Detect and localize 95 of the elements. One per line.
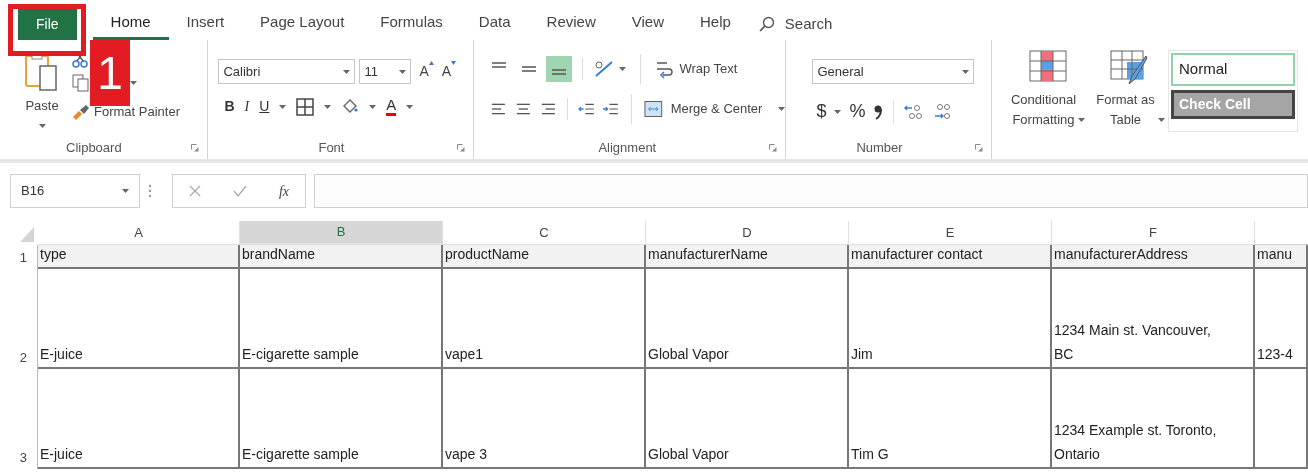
merge-center-button[interactable]: Merge & Center bbox=[670, 99, 763, 119]
borders-icon[interactable] bbox=[296, 97, 315, 116]
table-cell: manufacturer contact bbox=[849, 245, 1052, 269]
cell-style-swatch[interactable]: Normal bbox=[1171, 53, 1295, 86]
name-box[interactable]: B16 bbox=[10, 174, 140, 208]
table-cell: Global Vapor bbox=[646, 369, 849, 469]
column-header[interactable]: D bbox=[646, 221, 849, 245]
copy-icon[interactable] bbox=[72, 74, 90, 92]
grow-font-button[interactable]: A bbox=[419, 61, 434, 82]
increase-decimal-icon[interactable] bbox=[904, 102, 925, 121]
ribbon-tab[interactable]: View bbox=[613, 8, 682, 40]
merge-cells-icon[interactable] bbox=[644, 100, 663, 118]
wrap-text-icon[interactable] bbox=[655, 59, 676, 79]
table-cell: vape1 bbox=[443, 269, 646, 369]
down-arrow-icon bbox=[451, 61, 457, 65]
step-number-badge: 1 bbox=[90, 40, 130, 106]
column-header[interactable]: C bbox=[443, 221, 646, 245]
font-size-dropdown[interactable]: 11 bbox=[359, 59, 412, 84]
vertical-align-icon[interactable] bbox=[546, 56, 573, 82]
column-header[interactable]: A bbox=[38, 221, 240, 245]
font-color-button[interactable]: A bbox=[386, 97, 397, 116]
caret-icon[interactable] bbox=[122, 189, 129, 193]
table-cell: manu bbox=[1255, 245, 1308, 269]
caret-icon[interactable] bbox=[343, 69, 351, 74]
column-header[interactable]: B bbox=[240, 221, 443, 245]
caret-icon[interactable] bbox=[399, 69, 407, 74]
group-label: Font bbox=[318, 139, 345, 158]
table-cell: productName bbox=[443, 245, 646, 269]
column-header[interactable]: F bbox=[1052, 221, 1255, 245]
dialog-launcher-icon[interactable] bbox=[191, 143, 200, 152]
column-header[interactable]: E bbox=[849, 221, 1052, 245]
caret-icon[interactable] bbox=[834, 109, 842, 114]
checkmark-icon[interactable] bbox=[232, 185, 247, 197]
table-cell: brandName bbox=[240, 245, 443, 269]
decrease-decimal-icon[interactable] bbox=[932, 102, 953, 121]
font-name-dropdown[interactable]: Calibri bbox=[218, 59, 356, 84]
percent-button[interactable]: % bbox=[849, 98, 866, 125]
insert-function-button[interactable]: fx bbox=[278, 180, 289, 202]
table-cell: E-cigarette sample bbox=[240, 369, 443, 469]
caret-icon[interactable] bbox=[324, 104, 332, 109]
drag-handle-icon[interactable] bbox=[148, 184, 152, 198]
caret-icon[interactable] bbox=[619, 67, 627, 71]
ribbon-tab[interactable]: Formulas bbox=[362, 8, 461, 40]
formula-input[interactable] bbox=[314, 174, 1308, 208]
caret-icon[interactable] bbox=[38, 123, 46, 128]
text-style-button[interactable]: U bbox=[259, 96, 270, 117]
dialog-launcher-icon[interactable] bbox=[769, 143, 778, 152]
group-label: Number bbox=[856, 139, 903, 158]
caret-icon[interactable] bbox=[1157, 118, 1165, 122]
table-cell: manufacturerName bbox=[646, 245, 849, 269]
table-cell: 1234 Example st. Toronto, Ontario bbox=[1052, 369, 1255, 469]
table-cell: E-juice bbox=[38, 269, 240, 369]
group-label: Clipboard bbox=[66, 139, 122, 158]
ribbon-tab[interactable]: Review bbox=[528, 8, 614, 40]
comma-style-icon[interactable] bbox=[873, 103, 884, 120]
conditional-formatting-button[interactable]: Conditional Formatting bbox=[1010, 90, 1076, 130]
caret-icon[interactable] bbox=[369, 104, 377, 109]
table-brush-icon[interactable] bbox=[1110, 50, 1148, 86]
caret-icon[interactable] bbox=[778, 107, 786, 111]
group-label: Alignment bbox=[598, 139, 657, 158]
table-cell: Tim G bbox=[849, 369, 1052, 469]
table-cell: 1234 Main st. Vancouver, BC bbox=[1052, 269, 1255, 369]
text-style-button[interactable]: I bbox=[244, 96, 250, 117]
dialog-launcher-icon[interactable] bbox=[975, 143, 983, 152]
search-label[interactable]: Search bbox=[784, 12, 833, 36]
format-as-table-button[interactable]: Format as Table bbox=[1093, 90, 1158, 130]
table-cell: manufacturerAddress bbox=[1052, 245, 1255, 269]
paste-label[interactable]: Paste bbox=[25, 96, 59, 116]
file-tab[interactable]: File bbox=[18, 8, 77, 40]
table-cell: 123-4 bbox=[1255, 269, 1308, 369]
table-cell: Jim bbox=[849, 269, 1052, 369]
table-cell: type bbox=[38, 245, 240, 269]
shrink-font-button[interactable]: A bbox=[441, 61, 457, 82]
caret-icon[interactable] bbox=[962, 69, 970, 74]
dialog-launcher-icon[interactable] bbox=[457, 143, 466, 152]
caret-icon[interactable] bbox=[406, 104, 414, 109]
ribbon-tab[interactable]: Insert bbox=[168, 8, 243, 40]
wrap-text-button[interactable]: Wrap Text bbox=[679, 59, 738, 79]
currency-button[interactable]: $ bbox=[816, 98, 827, 125]
up-arrow-icon bbox=[428, 61, 434, 65]
caret-icon[interactable] bbox=[279, 104, 287, 109]
table-cell: E-juice bbox=[38, 369, 240, 469]
paintbrush-icon[interactable] bbox=[72, 103, 90, 120]
table-cell: E-cigarette sample bbox=[240, 269, 443, 369]
table-cell: vape 3 bbox=[443, 369, 646, 469]
conditional-formatting-icon[interactable] bbox=[1029, 50, 1067, 82]
ribbon-tab[interactable]: Help bbox=[682, 8, 749, 40]
caret-icon[interactable] bbox=[130, 81, 137, 85]
text-style-button[interactable]: B bbox=[224, 96, 235, 117]
number-format-dropdown[interactable]: General bbox=[812, 59, 975, 84]
search-icon[interactable] bbox=[758, 16, 775, 32]
table-cell: Global Vapor bbox=[646, 269, 849, 369]
ribbon-tab[interactable]: Data bbox=[460, 8, 529, 40]
caret-icon[interactable] bbox=[1078, 118, 1085, 122]
ribbon-tab[interactable]: Page Layout bbox=[242, 8, 363, 40]
